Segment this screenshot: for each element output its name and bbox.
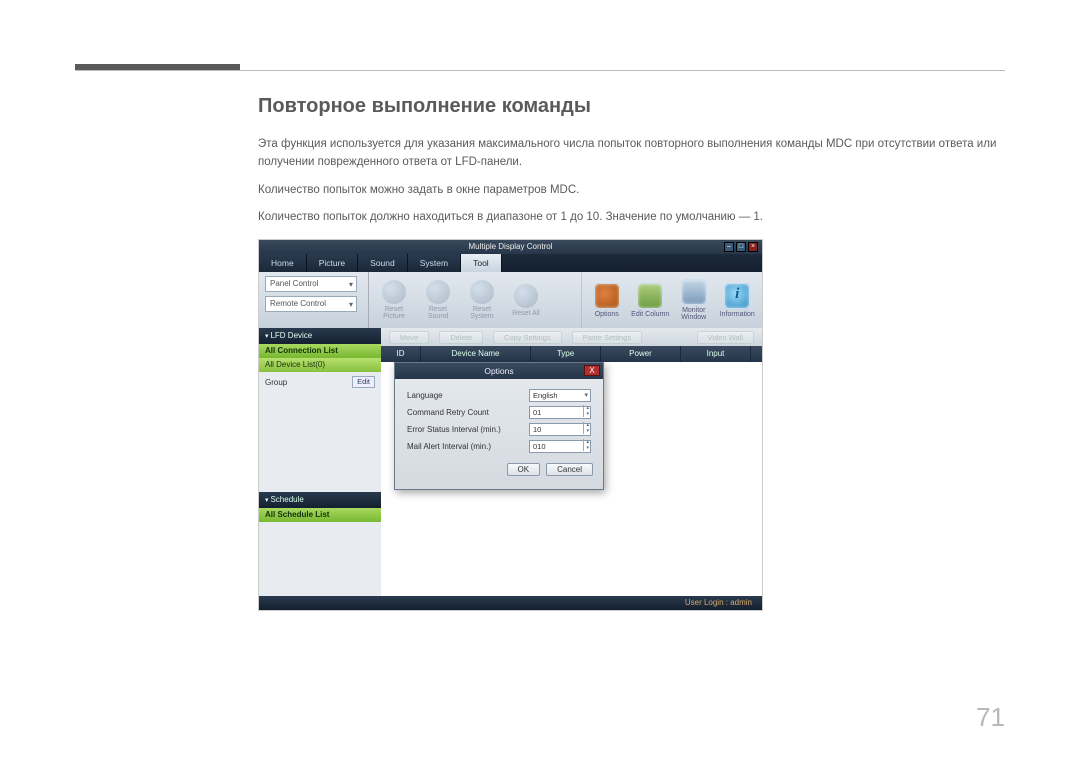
tab-system[interactable]: System xyxy=(408,254,461,272)
mail-interval-spinner[interactable]: 010 xyxy=(529,440,591,453)
tab-sound[interactable]: Sound xyxy=(358,254,408,272)
reset-all-button[interactable]: Reset All xyxy=(507,277,545,323)
copy-settings-button[interactable]: Copy Settings xyxy=(493,331,562,344)
remote-control-combo[interactable]: Remote Control xyxy=(265,296,357,312)
dialog-title: Options xyxy=(484,366,513,376)
reset-icon xyxy=(470,280,494,304)
sidebar-all-schedule-list[interactable]: All Schedule List xyxy=(259,508,381,522)
minimize-button[interactable]: – xyxy=(724,242,734,252)
sidebar-schedule-area xyxy=(259,522,381,597)
information-button[interactable]: Information xyxy=(717,274,759,326)
ribbon-tools-group: Options Edit Column Monitor Window Infor… xyxy=(582,272,762,328)
dialog-buttons: OK Cancel xyxy=(395,459,603,476)
tab-picture[interactable]: Picture xyxy=(307,254,358,272)
sidebar-group-area: Group Edit xyxy=(259,372,381,491)
error-interval-spinner[interactable]: 10 xyxy=(529,423,591,436)
maximize-button[interactable]: □ xyxy=(736,242,746,252)
app-title: Multiple Display Control xyxy=(468,242,552,251)
retry-count-spinner[interactable]: 01 xyxy=(529,406,591,419)
columns-icon xyxy=(637,283,663,309)
language-select[interactable]: English xyxy=(529,389,591,402)
close-button[interactable]: × xyxy=(748,242,758,252)
grid-header: ID Device Name Type Power Input xyxy=(381,346,762,362)
monitor-icon xyxy=(681,279,707,305)
header-rule xyxy=(75,70,1005,71)
tab-tool[interactable]: Tool xyxy=(461,254,502,272)
window-buttons: – □ × xyxy=(724,242,758,252)
video-wall-button[interactable]: Video Wall xyxy=(697,331,754,344)
sidebar-all-connection[interactable]: All Connection List xyxy=(259,344,381,358)
cancel-button[interactable]: Cancel xyxy=(546,463,593,476)
panel-control-combo[interactable]: Panel Control xyxy=(265,276,357,292)
ok-button[interactable]: OK xyxy=(507,463,541,476)
error-interval-label: Error Status Interval (min.) xyxy=(407,425,523,434)
move-button[interactable]: Move xyxy=(389,331,429,344)
edit-column-button[interactable]: Edit Column xyxy=(630,274,672,326)
delete-button[interactable]: Delete xyxy=(439,331,483,344)
mail-interval-label: Mail Alert Interval (min.) xyxy=(407,442,523,451)
reset-icon xyxy=(382,280,406,304)
main-tabs: Home Picture Sound System Tool xyxy=(259,254,762,272)
col-id[interactable]: ID xyxy=(381,346,421,362)
reset-system-button[interactable]: Reset System xyxy=(463,277,501,323)
sidebar: LFD Device All Connection List All Devic… xyxy=(259,328,381,596)
gear-icon xyxy=(594,283,620,309)
section-title: Повторное выполнение команды xyxy=(258,95,998,118)
group-edit-button[interactable]: Edit xyxy=(352,376,375,388)
document-content: Повторное выполнение команды Эта функция… xyxy=(258,95,998,611)
ribbon: Panel Control Remote Control Reset Pictu… xyxy=(259,272,762,328)
reset-picture-button[interactable]: Reset Picture xyxy=(375,277,413,323)
tab-home[interactable]: Home xyxy=(259,254,307,272)
dialog-close-button[interactable]: X xyxy=(584,365,600,376)
reset-sound-button[interactable]: Reset Sound xyxy=(419,277,457,323)
sidebar-lfd-header[interactable]: LFD Device xyxy=(259,328,381,344)
paste-settings-button[interactable]: Paste Settings xyxy=(572,331,642,344)
info-icon xyxy=(724,283,750,309)
app-screenshot: Multiple Display Control – □ × Home Pict… xyxy=(258,239,763,611)
paragraph: Количество попыток можно задать в окне п… xyxy=(258,182,998,200)
paragraph: Эта функция используется для указания ма… xyxy=(258,136,998,172)
sidebar-schedule-header[interactable]: Schedule xyxy=(259,492,381,508)
page-number: 71 xyxy=(976,702,1005,733)
group-label: Group xyxy=(265,378,287,387)
dialog-titlebar: Options X xyxy=(395,363,603,379)
options-button[interactable]: Options xyxy=(586,274,628,326)
grid-toolbar: Move Delete Copy Settings Paste Settings… xyxy=(381,328,762,346)
language-label: Language xyxy=(407,391,523,400)
paragraph: Количество попыток должно находиться в д… xyxy=(258,209,998,227)
sidebar-all-device-list[interactable]: All Device List(0) xyxy=(259,358,381,372)
ribbon-reset-group: Reset Picture Reset Sound Reset System R… xyxy=(369,272,582,328)
col-type[interactable]: Type xyxy=(531,346,601,362)
monitor-window-button[interactable]: Monitor Window xyxy=(673,274,715,326)
options-dialog: Options X Language English Command Retry… xyxy=(394,362,604,490)
col-device-name[interactable]: Device Name xyxy=(421,346,531,362)
titlebar: Multiple Display Control – □ × xyxy=(259,240,762,254)
reset-icon xyxy=(426,280,450,304)
retry-count-label: Command Retry Count xyxy=(407,408,523,417)
ribbon-panel-group: Panel Control Remote Control xyxy=(259,272,369,328)
col-power[interactable]: Power xyxy=(601,346,681,362)
dialog-body: Language English Command Retry Count 01 … xyxy=(395,379,603,459)
reset-icon xyxy=(514,284,538,308)
col-input[interactable]: Input xyxy=(681,346,751,362)
status-bar: User Login : admin xyxy=(259,596,762,610)
